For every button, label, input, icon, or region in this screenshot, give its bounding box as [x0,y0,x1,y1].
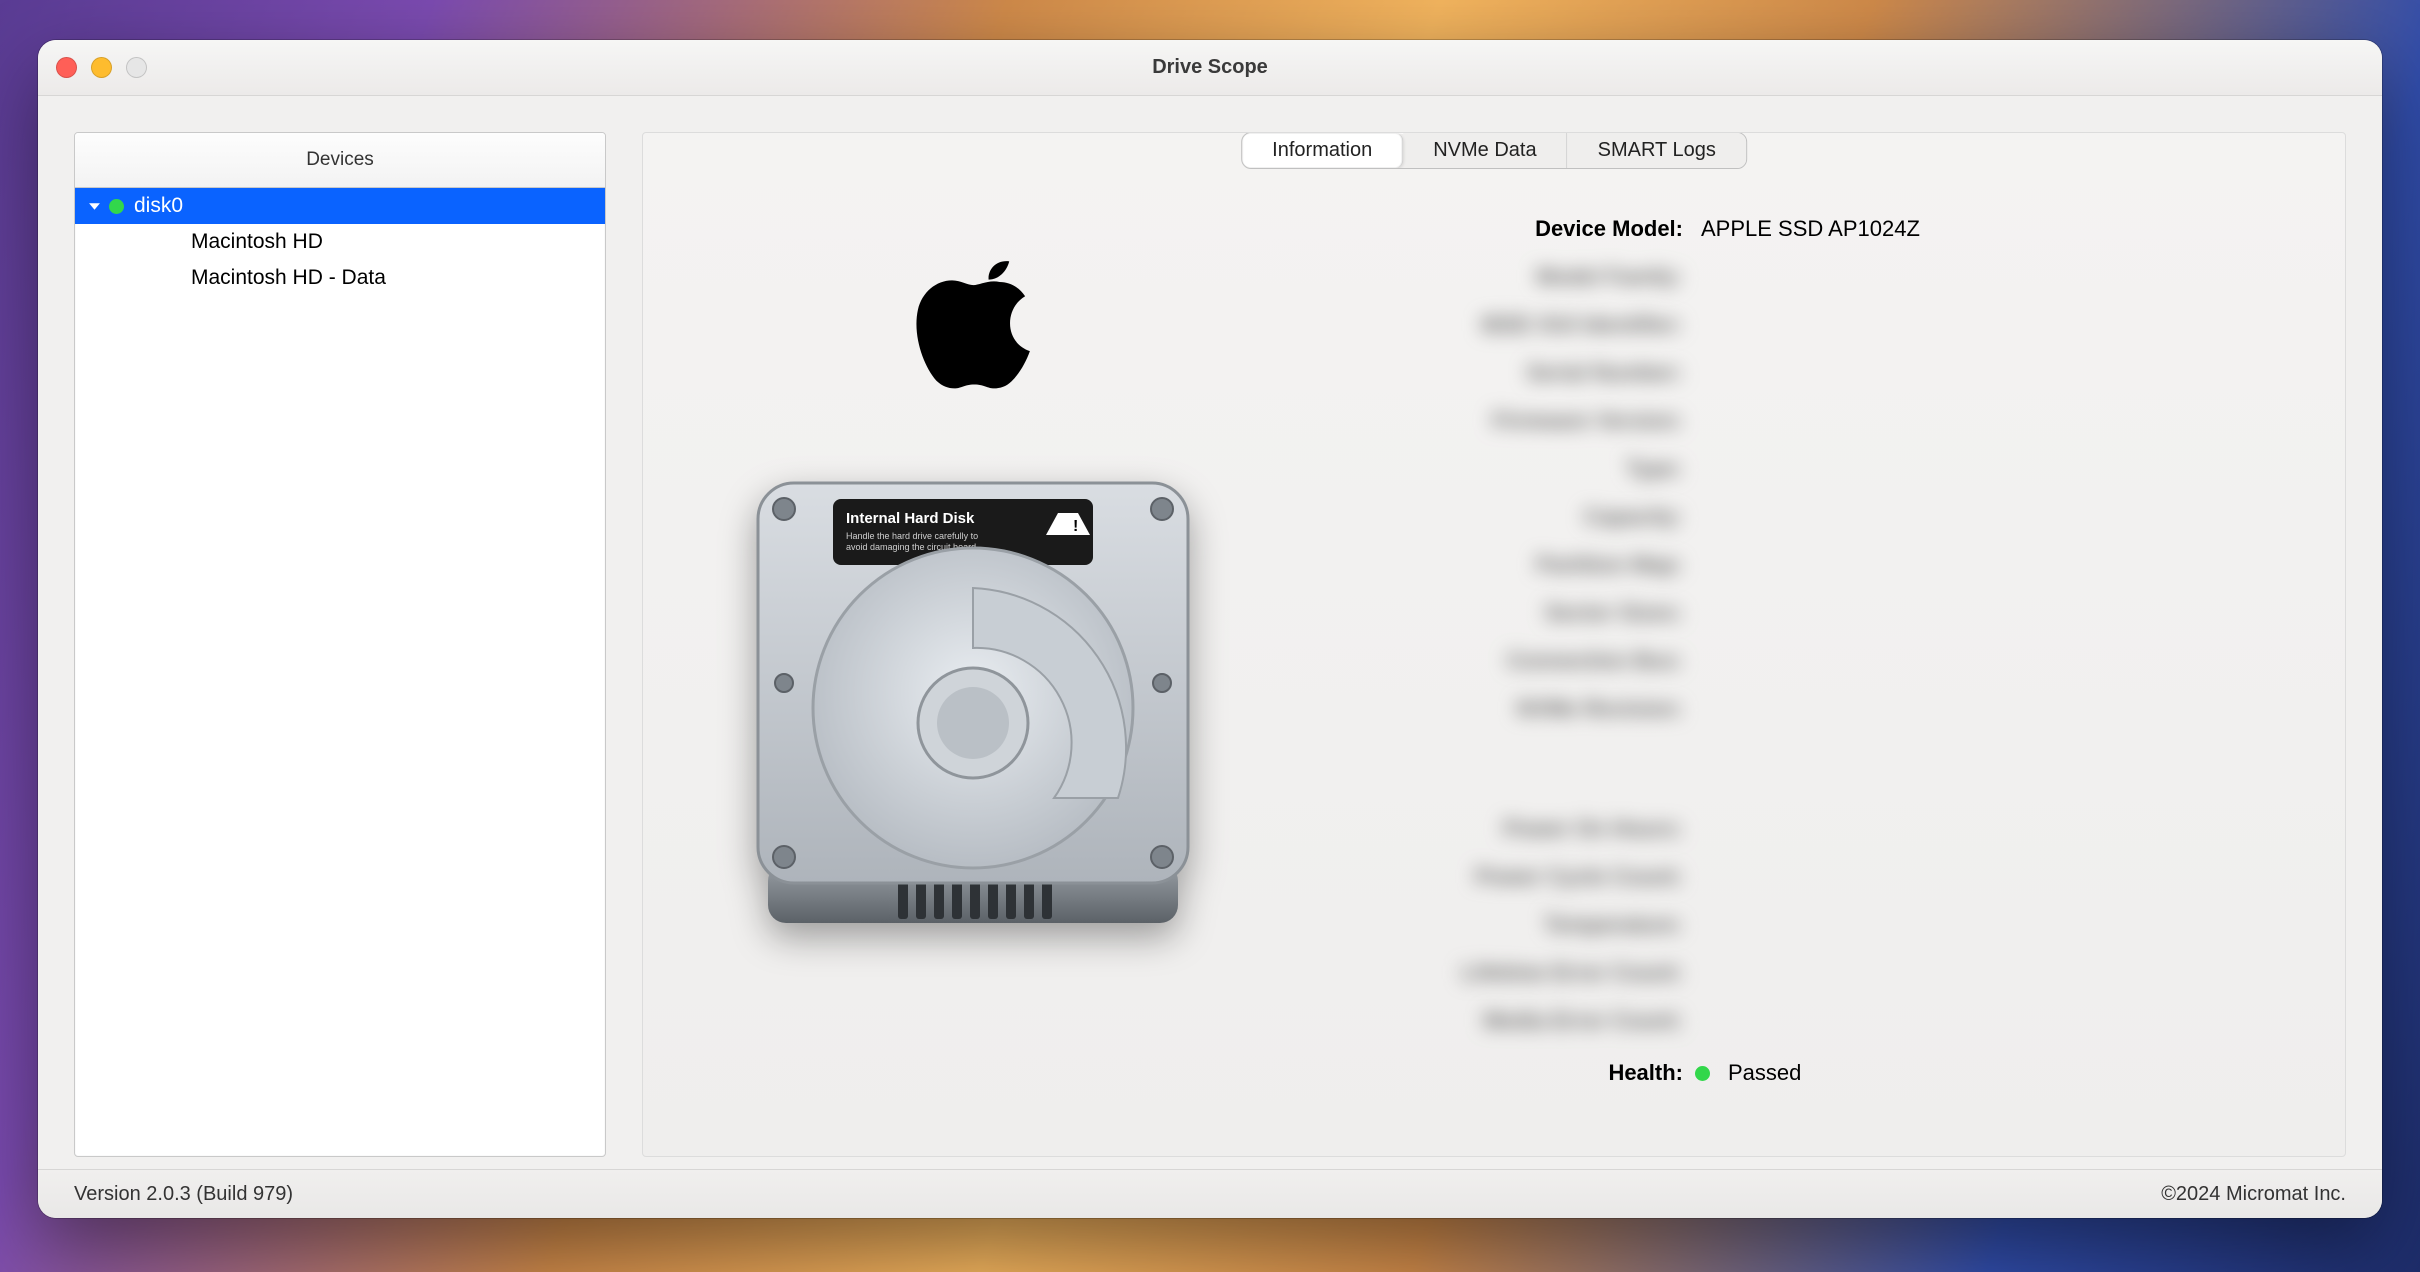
svg-text:Internal Hard Disk: Internal Hard Disk [846,510,975,527]
prop-label: Sector Sizes: [1293,589,1683,637]
prop-label: Health: [1293,1049,1683,1097]
prop-value [1701,949,2305,997]
app-window: Drive Scope Devices disk0 Macintosh HD M… [38,40,2382,1218]
prop-label: Model Family: [1293,253,1683,301]
health-status-icon [1695,1066,1710,1081]
titlebar: Drive Scope [38,40,2382,96]
prop-sector-sizes: Sector Sizes: [1293,589,2305,637]
prop-power-cycle-count: Power Cycle Count: [1293,853,2305,901]
prop-health: Health: Passed [1293,1049,2305,1097]
prop-label: Power On Hours: [1293,805,1683,853]
prop-serial-number: Serial Number: [1293,349,2305,397]
prop-label: Partition Map: [1293,541,1683,589]
devices-sidebar-header: Devices [75,133,605,188]
prop-label: Power Cycle Count: [1293,853,1683,901]
device-status-icon [109,199,124,214]
device-tree-item-macintosh-hd-data[interactable]: Macintosh HD - Data [75,260,605,296]
prop-value [1701,445,2305,493]
prop-value [1701,253,2305,301]
svg-text:!: ! [1073,518,1078,535]
tab-content-information: Internal Hard Disk Handle the hard drive… [643,189,2345,1156]
prop-label: Capacity: [1293,493,1683,541]
prop-value [1701,997,2305,1045]
prop-partition-map: Partition Map: [1293,541,2305,589]
tab-nvme-data[interactable]: NVMe Data [1403,133,1567,168]
prop-model-family: Model Family: [1293,253,2305,301]
tab-bar: Information NVMe Data SMART Logs [1241,132,1747,169]
prop-device-model: Device Model: APPLE SSD AP1024Z [1293,205,2305,253]
devices-sidebar: Devices disk0 Macintosh HD Macintosh HD … [74,132,606,1157]
prop-value [1701,685,2305,733]
tab-smart-logs[interactable]: SMART Logs [1568,133,1746,168]
prop-value: Passed [1728,1049,1801,1097]
device-tree-item-disk0[interactable]: disk0 [75,188,605,224]
device-tree-item-label: disk0 [134,194,183,218]
status-bar: Version 2.0.3 (Build 979) ©2024 Micromat… [38,1169,2382,1218]
chevron-down-icon[interactable] [85,200,103,213]
prop-value [1701,805,2305,853]
window-body: Devices disk0 Macintosh HD Macintosh HD … [38,96,2382,1169]
tab-information[interactable]: Information [1242,133,1403,168]
apple-logo-icon [906,229,1041,393]
device-tree-item-label: Macintosh HD - Data [191,266,386,290]
prop-ieee-oui: IEEE OUI Identifier: [1293,301,2305,349]
device-tree-item-macintosh-hd[interactable]: Macintosh HD [75,224,605,260]
device-tree: disk0 Macintosh HD Macintosh HD - Data [75,188,605,296]
prop-label: Device Model: [1293,205,1683,253]
prop-label: IEEE OUI Identifier: [1293,301,1683,349]
svg-text:Handle the hard drive carefull: Handle the hard drive carefully to [846,531,978,541]
copyright-label: ©2024 Micromat Inc. [2161,1183,2346,1206]
prop-value [1701,397,2305,445]
prop-media-error-count: Media Error Count: [1293,997,2305,1045]
device-tree-item-label: Macintosh HD [191,230,323,254]
prop-value [1701,541,2305,589]
prop-type: Type: [1293,445,2305,493]
prop-label: Firmware Version: [1293,397,1683,445]
prop-label: Temperature: [1293,901,1683,949]
prop-value [1701,901,2305,949]
internal-hard-disk-icon: Internal Hard Disk Handle the hard drive… [738,473,1208,943]
window-title: Drive Scope [38,56,2382,79]
main-panel: Information NVMe Data SMART Logs [642,132,2346,1157]
prop-lifetime-error-count: Lifetime Error Count: [1293,949,2305,997]
prop-value [1701,349,2305,397]
prop-nvme-revision: NVMe Revision: [1293,685,2305,733]
prop-value: APPLE SSD AP1024Z [1701,205,2305,253]
prop-label: Media Error Count: [1293,997,1683,1045]
prop-value [1701,493,2305,541]
prop-label: Connection Bus: [1293,637,1683,685]
prop-label: Type: [1293,445,1683,493]
version-label: Version 2.0.3 (Build 979) [74,1183,293,1206]
prop-value [1701,853,2305,901]
device-properties: Device Model: APPLE SSD AP1024Z Model Fa… [1293,189,2305,1132]
prop-capacity: Capacity: [1293,493,2305,541]
prop-label: NVMe Revision: [1293,685,1683,733]
prop-label: Serial Number: [1293,349,1683,397]
prop-value [1701,637,2305,685]
device-illustration: Internal Hard Disk Handle the hard drive… [683,189,1263,1132]
prop-value [1701,589,2305,637]
prop-connection-bus: Connection Bus: [1293,637,2305,685]
prop-firmware-version: Firmware Version: [1293,397,2305,445]
prop-power-on-hours: Power On Hours: [1293,805,2305,853]
prop-temperature: Temperature: [1293,901,2305,949]
prop-label: Lifetime Error Count: [1293,949,1683,997]
prop-value [1701,301,2305,349]
